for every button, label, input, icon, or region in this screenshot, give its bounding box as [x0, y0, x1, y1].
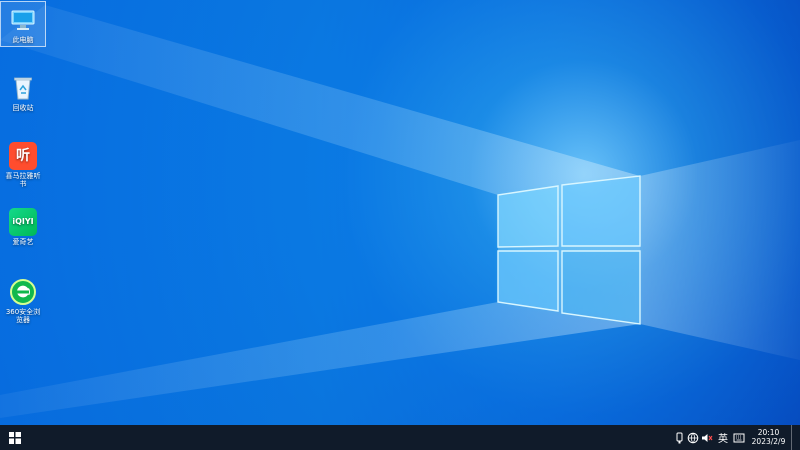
- desktop: 此电脑 回收站 听 喜马拉雅听书 iQIYI 爱奇艺 360安全浏览器: [0, 0, 800, 425]
- wallpaper-light-beams: [0, 5, 800, 418]
- desktop-icon-label: 爱奇艺: [12, 238, 34, 246]
- volume-muted-icon[interactable]: [700, 425, 714, 450]
- iqiyi-app-icon: iQIYI: [9, 208, 37, 236]
- windows-logo-icon: [9, 431, 21, 444]
- taskbar: 英 20:10 2023/2/9: [0, 425, 800, 450]
- desktop-icon-label: 360安全浏览器: [5, 308, 41, 325]
- desktop-icon-360-browser[interactable]: 360安全浏览器: [1, 274, 45, 326]
- windows-logo-panes: [497, 175, 641, 325]
- system-tray: 英 20:10 2023/2/9: [672, 425, 800, 450]
- input-method-icon[interactable]: [732, 425, 746, 450]
- start-button[interactable]: [0, 425, 30, 450]
- desktop-icon-ximalaya[interactable]: 听 喜马拉雅听书: [1, 138, 45, 190]
- desktop-icon-recycle-bin[interactable]: 回收站: [1, 70, 45, 114]
- desktop-icon-label: 喜马拉雅听书: [5, 172, 41, 189]
- desktop-icon-label: 此电脑: [12, 36, 34, 44]
- desktop-icon-iqiyi[interactable]: iQIYI 爱奇艺: [1, 204, 45, 248]
- usb-icon[interactable]: [672, 425, 686, 450]
- browser-360-icon: [9, 278, 37, 306]
- desktop-icon-this-pc[interactable]: 此电脑: [0, 0, 46, 48]
- pc-icon: [9, 6, 37, 34]
- recycle-bin-icon: [9, 74, 37, 102]
- taskbar-clock[interactable]: 20:10 2023/2/9: [746, 425, 791, 450]
- network-icon[interactable]: [686, 425, 700, 450]
- desktop-icon-label: 回收站: [12, 104, 34, 112]
- show-desktop-button[interactable]: [791, 425, 797, 450]
- input-language-indicator[interactable]: 英: [714, 425, 732, 450]
- clock-date: 2023/2/9: [751, 436, 786, 446]
- ximalaya-app-icon: 听: [9, 142, 37, 170]
